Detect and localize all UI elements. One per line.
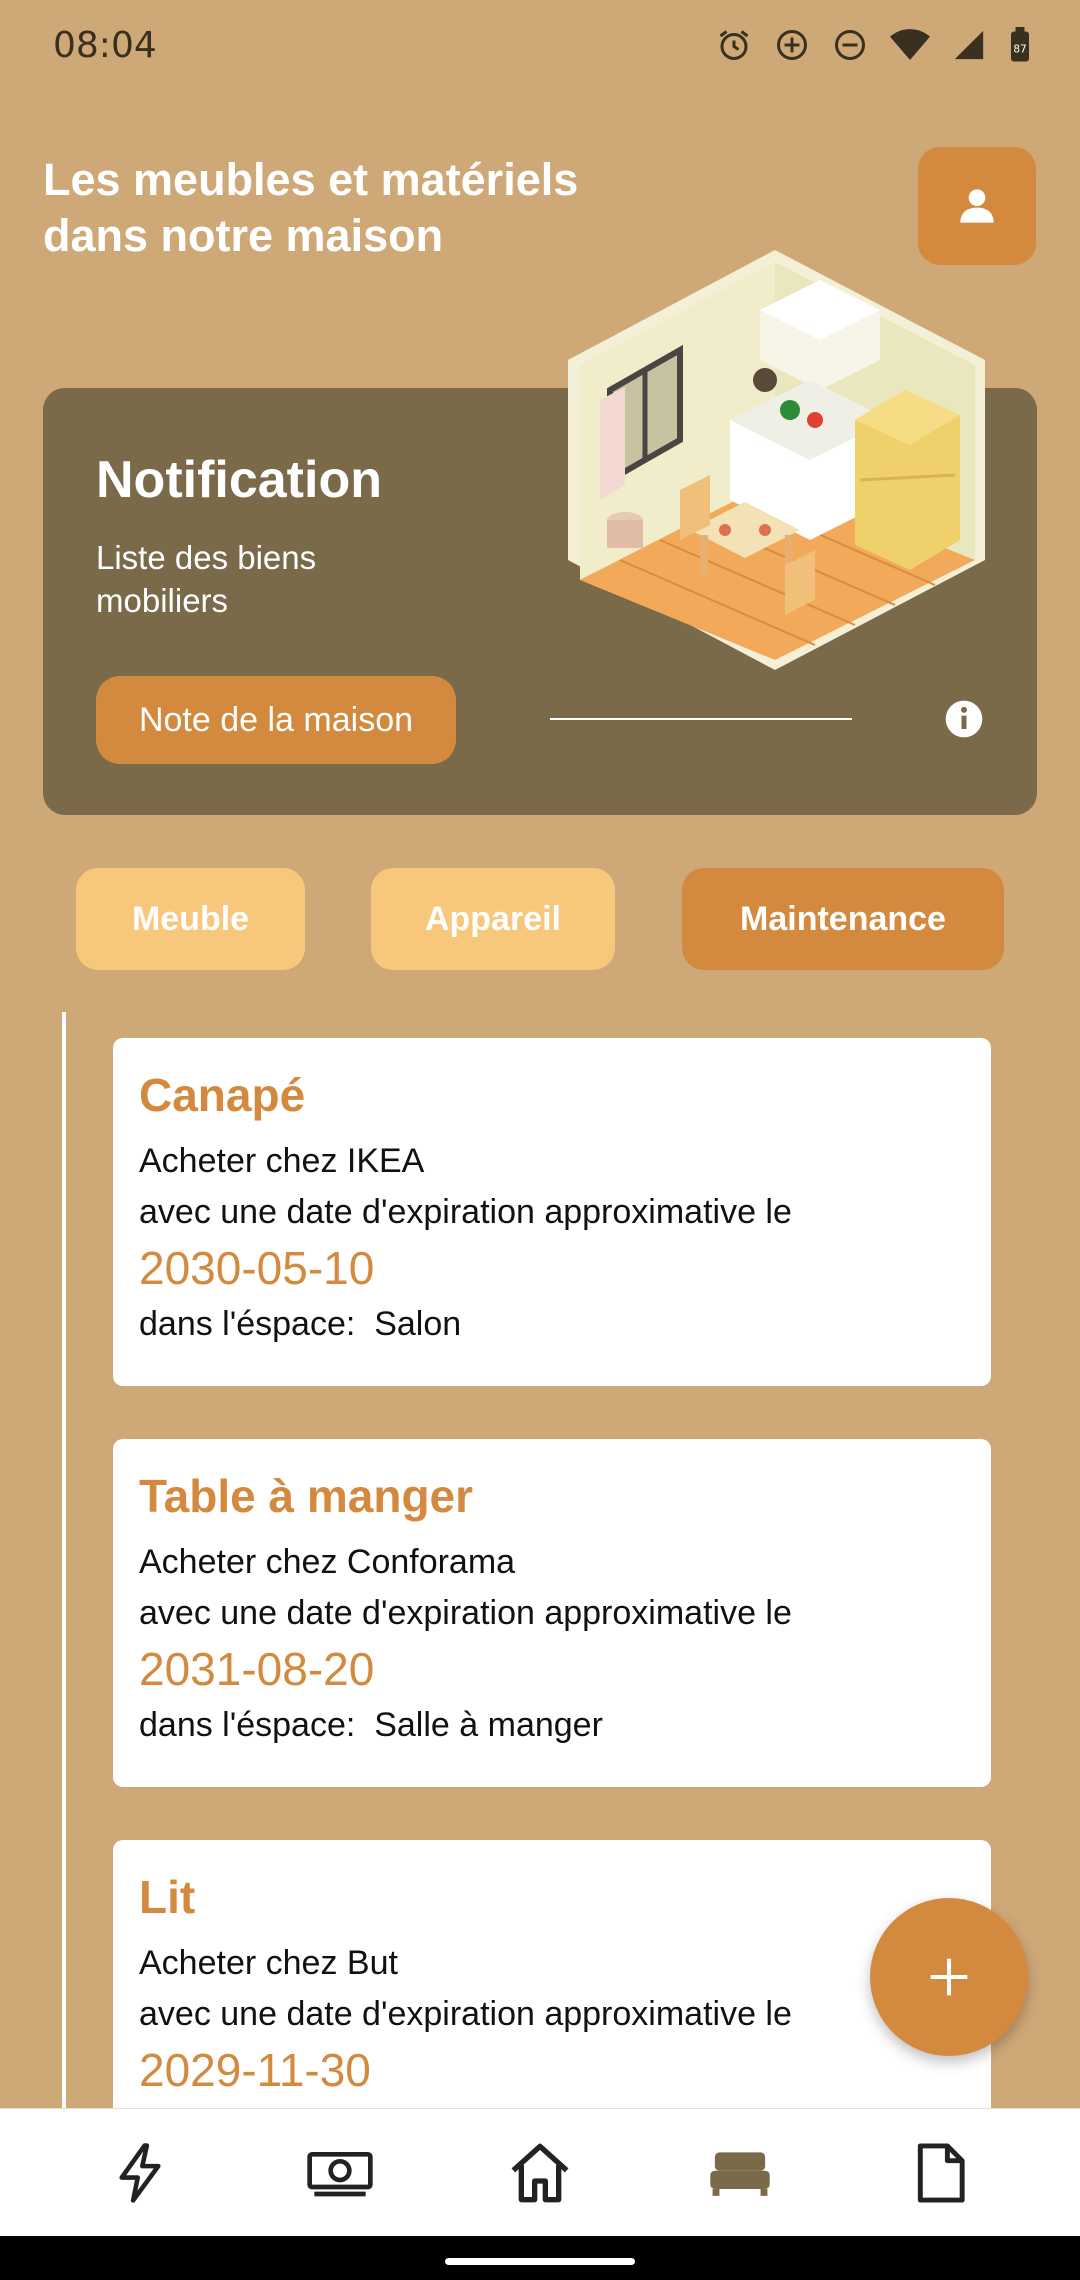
- alarm-icon: [719, 30, 749, 60]
- item-expiry-text: avec une date d'expiration approximative…: [139, 1594, 792, 1632]
- document-icon: [917, 2142, 965, 2203]
- item-space: dans l'éspace: Salon: [139, 1298, 965, 1350]
- status-time: 08:04: [53, 24, 157, 66]
- list-item[interactable]: Lit Acheter chez But avec une date d'exp…: [113, 1840, 991, 2108]
- bottom-navigation: [0, 2108, 1080, 2236]
- plus-icon: [930, 1958, 968, 1996]
- notification-title: Notification: [96, 451, 382, 509]
- item-date: 2031-08-20: [139, 1643, 375, 1695]
- tab-maintenance[interactable]: Maintenance: [682, 868, 1004, 970]
- user-icon: [960, 189, 994, 223]
- data-saver-icon: [777, 30, 807, 60]
- item-space: dans l'éspace: Salle à manger: [139, 1699, 965, 1751]
- item-expiry-text: avec une date d'expiration approximative…: [139, 1193, 792, 1231]
- notification-subtitle: Liste des biens mobiliers: [96, 539, 317, 619]
- item-space-value: Salle à manger: [374, 1706, 603, 1744]
- nav-documents[interactable]: [880, 2123, 1000, 2223]
- list-item[interactable]: Canapé Acheter chez IKEA avec une date d…: [113, 1038, 991, 1386]
- nav-finance[interactable]: [280, 2123, 400, 2223]
- item-date: 2029-11-30: [139, 2044, 371, 2096]
- room-illustration: [568, 250, 985, 670]
- item-name: Lit: [139, 1871, 196, 1923]
- add-item-button[interactable]: [870, 1898, 1028, 2056]
- tab-appareil[interactable]: Appareil: [371, 868, 615, 970]
- item-name: Canapé: [139, 1069, 306, 1121]
- tab-meuble[interactable]: Meuble: [76, 868, 305, 970]
- battery-icon: 87: [1011, 27, 1029, 62]
- nav-energy[interactable]: [80, 2123, 200, 2223]
- nav-furniture[interactable]: [680, 2123, 800, 2223]
- item-space-label: dans l'éspace:: [139, 1706, 356, 1744]
- item-space-label: dans l'éspace:: [139, 1305, 356, 1343]
- money-icon: [307, 2151, 373, 2196]
- status-bar: 08:04 87: [0, 0, 1080, 90]
- do-not-disturb-icon: [835, 30, 865, 60]
- signal-icon: [954, 30, 984, 60]
- item-store: Acheter chez But: [139, 1944, 398, 1982]
- info-icon[interactable]: [944, 699, 984, 739]
- page-title: Les meubles et matériels dans notre mais…: [43, 154, 579, 261]
- item-expiry-text: avec une date d'expiration approximative…: [139, 1995, 792, 2033]
- house-note-button[interactable]: Note de la maison: [96, 676, 456, 764]
- item-name: Table à manger: [139, 1470, 474, 1522]
- status-icons: 87: [716, 27, 1032, 63]
- bolt-icon: [119, 2142, 161, 2203]
- item-store: Acheter chez Conforama: [139, 1543, 516, 1581]
- battery-level: 87: [1013, 44, 1026, 56]
- home-icon: [511, 2143, 569, 2202]
- divider: [550, 718, 852, 720]
- wifi-icon: [890, 29, 930, 60]
- home-gesture-handle[interactable]: [445, 2258, 635, 2265]
- item-space-value: Salon: [374, 1305, 462, 1343]
- timeline-line: [62, 1012, 66, 2108]
- profile-button[interactable]: [918, 147, 1036, 265]
- list-item[interactable]: Table à manger Acheter chez Conforama av…: [113, 1439, 991, 1787]
- bed-icon: [710, 2151, 770, 2196]
- item-date: 2030-05-10: [139, 1242, 375, 1294]
- item-store: Acheter chez IKEA: [139, 1142, 425, 1180]
- nav-home[interactable]: [480, 2123, 600, 2223]
